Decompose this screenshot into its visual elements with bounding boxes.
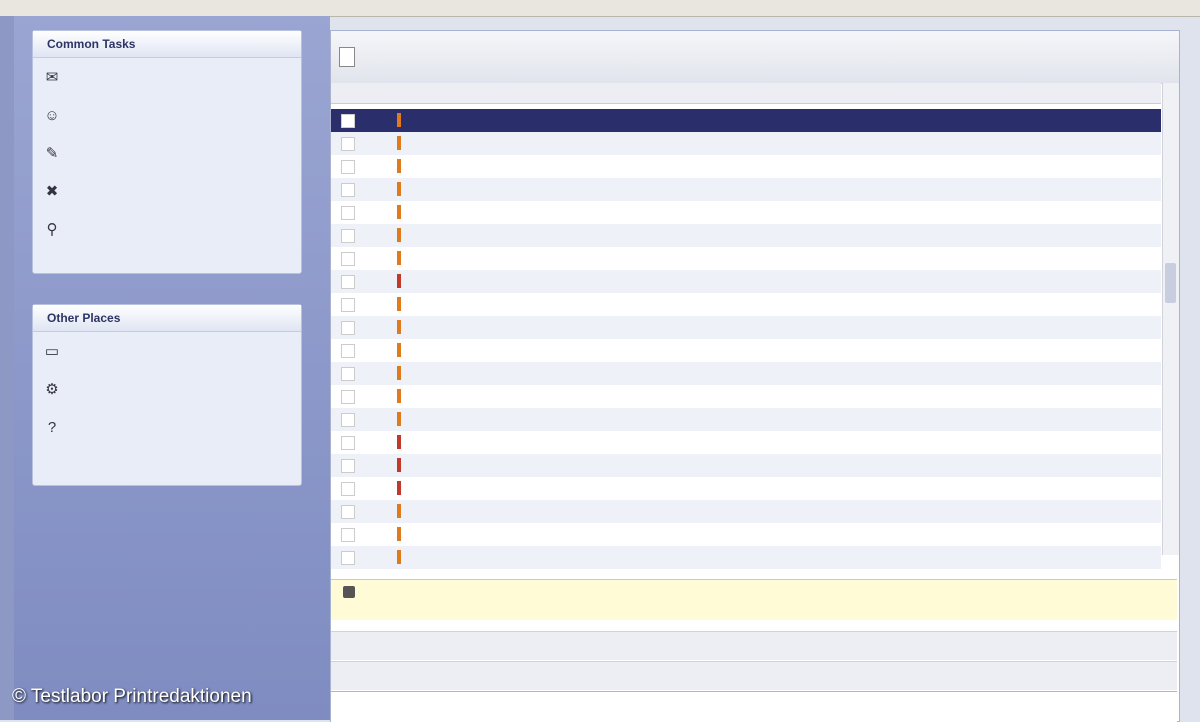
- flag-icon[interactable]: [397, 136, 401, 150]
- header-subject-row: [331, 661, 1177, 690]
- place-item-3[interactable]: ?: [33, 408, 301, 446]
- delete-icon: ✖: [45, 183, 59, 200]
- row-checkbox[interactable]: [341, 114, 355, 128]
- row-checkbox[interactable]: [341, 252, 355, 266]
- table-row[interactable]: [331, 201, 1161, 224]
- task-item-1[interactable]: ✉: [33, 58, 301, 96]
- info-bar: [331, 579, 1177, 620]
- flag-icon[interactable]: [397, 412, 401, 426]
- message-body[interactable]: [331, 691, 1177, 722]
- table-row[interactable]: [331, 339, 1161, 362]
- flag-icon[interactable]: [397, 435, 401, 449]
- row-checkbox[interactable]: [341, 321, 355, 335]
- table-row[interactable]: [331, 546, 1161, 569]
- info-icon: [343, 586, 355, 598]
- task-item-5[interactable]: ⚲: [33, 210, 301, 248]
- flag-icon[interactable]: [397, 159, 401, 173]
- table-row[interactable]: [331, 224, 1161, 247]
- message-pane: [330, 30, 1180, 722]
- row-checkbox[interactable]: [341, 390, 355, 404]
- row-checkbox[interactable]: [341, 459, 355, 473]
- task-item-2[interactable]: ☺: [33, 96, 301, 134]
- folder-icon: ▭: [44, 343, 60, 360]
- table-row[interactable]: [331, 247, 1161, 270]
- table-row[interactable]: [331, 523, 1161, 546]
- row-checkbox[interactable]: [341, 298, 355, 312]
- row-checkbox[interactable]: [341, 275, 355, 289]
- row-checkbox[interactable]: [341, 160, 355, 174]
- table-row[interactable]: [331, 431, 1161, 454]
- flag-icon[interactable]: [397, 366, 401, 380]
- flag-icon[interactable]: [397, 228, 401, 242]
- panel-title[interactable]: Common Tasks: [33, 31, 301, 58]
- row-checkbox[interactable]: [341, 183, 355, 197]
- flag-icon[interactable]: [397, 182, 401, 196]
- flag-icon[interactable]: [397, 274, 401, 288]
- flag-icon[interactable]: [397, 504, 401, 518]
- table-row[interactable]: [331, 109, 1161, 132]
- flag-icon[interactable]: [397, 113, 401, 127]
- task-item-4[interactable]: ✖: [33, 172, 301, 210]
- menu-bar: [0, 0, 1200, 17]
- table-row[interactable]: [331, 362, 1161, 385]
- document-icon: [339, 47, 355, 67]
- table-row[interactable]: [331, 132, 1161, 155]
- flag-icon[interactable]: [397, 205, 401, 219]
- table-row[interactable]: [331, 293, 1161, 316]
- task-sidebar: Common Tasks ✉ ☺ ✎ ✖ ⚲ Other Places ▭ ⚙ …: [14, 16, 330, 720]
- panel-title[interactable]: Other Places: [33, 305, 301, 332]
- row-checkbox[interactable]: [341, 505, 355, 519]
- vertical-scrollbar[interactable]: [1162, 83, 1179, 555]
- search-icon: ⚲: [46, 221, 58, 238]
- help-icon: ?: [47, 418, 57, 436]
- other-places-panel: Other Places ▭ ⚙ ?: [32, 304, 302, 486]
- row-checkbox[interactable]: [341, 367, 355, 381]
- flag-icon[interactable]: [397, 320, 401, 334]
- user-icon: ☺: [44, 106, 60, 124]
- row-checkbox[interactable]: [341, 206, 355, 220]
- flag-icon[interactable]: [397, 389, 401, 403]
- flag-icon[interactable]: [397, 527, 401, 541]
- place-item-2[interactable]: ⚙: [33, 370, 301, 408]
- common-tasks-panel: Common Tasks ✉ ☺ ✎ ✖ ⚲: [32, 30, 302, 274]
- table-row[interactable]: [331, 178, 1161, 201]
- table-row[interactable]: [331, 477, 1161, 500]
- scroll-thumb[interactable]: [1165, 263, 1176, 303]
- header-from-row: [331, 631, 1177, 660]
- table-row[interactable]: [331, 408, 1161, 431]
- column-header: [331, 83, 1161, 104]
- row-checkbox[interactable]: [341, 137, 355, 151]
- row-checkbox[interactable]: [341, 551, 355, 565]
- table-row[interactable]: [331, 155, 1161, 178]
- row-checkbox[interactable]: [341, 482, 355, 496]
- pane-title-bar: [331, 31, 1179, 84]
- table-row[interactable]: [331, 270, 1161, 293]
- flag-icon[interactable]: [397, 297, 401, 311]
- flag-icon[interactable]: [397, 251, 401, 265]
- compose-icon: ✎: [45, 145, 59, 162]
- settings-icon: ⚙: [45, 381, 59, 398]
- flag-icon[interactable]: [397, 481, 401, 495]
- flag-icon[interactable]: [397, 458, 401, 472]
- table-row[interactable]: [331, 316, 1161, 339]
- flag-icon[interactable]: [397, 550, 401, 564]
- place-item-1[interactable]: ▭: [33, 332, 301, 370]
- row-checkbox[interactable]: [341, 344, 355, 358]
- row-checkbox[interactable]: [341, 528, 355, 542]
- mail-icon: ✉: [45, 69, 59, 86]
- table-row[interactable]: [331, 385, 1161, 408]
- flag-icon[interactable]: [397, 343, 401, 357]
- row-checkbox[interactable]: [341, 229, 355, 243]
- table-row[interactable]: [331, 500, 1161, 523]
- row-checkbox[interactable]: [341, 436, 355, 450]
- copyright-watermark: © Testlabor Printredaktionen: [12, 686, 252, 707]
- row-checkbox[interactable]: [341, 413, 355, 427]
- task-item-3[interactable]: ✎: [33, 134, 301, 172]
- table-row[interactable]: [331, 454, 1161, 477]
- window-left-edge: [0, 16, 14, 720]
